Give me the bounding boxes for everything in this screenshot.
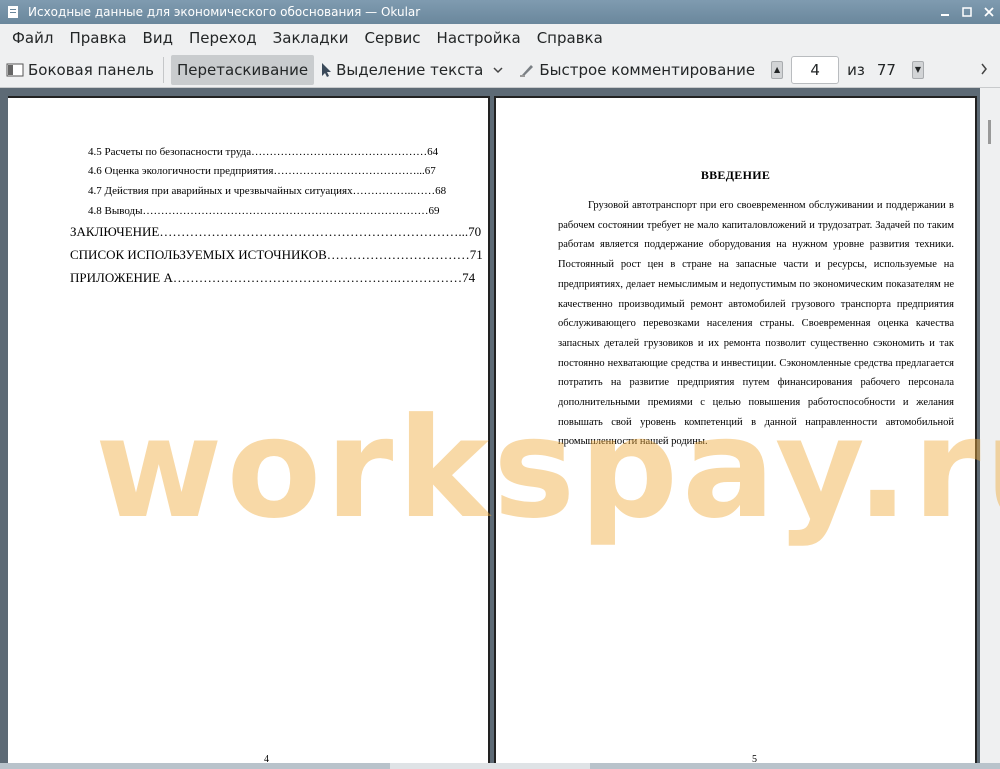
toc-entry: СПИСОК ИСПОЛЬЗУЕМЫХ ИСТОЧНИКОВ…………………………… bbox=[70, 247, 483, 262]
menu-tools[interactable]: Сервис bbox=[356, 29, 428, 47]
toc-entry: 4.7 Действия при аварийных и чрезвычайны… bbox=[88, 185, 447, 197]
annotate-pen-icon bbox=[519, 62, 535, 78]
toc-entry: ПРИЛОЖЕНИЕ А…………………………………………….……………74 bbox=[70, 270, 476, 285]
page-total-value: 77 bbox=[876, 60, 896, 79]
document-viewport[interactable]: 4.5 Расчеты по безопасности труда…………………… bbox=[0, 88, 1000, 769]
vertical-scrollbar[interactable] bbox=[980, 88, 1000, 769]
toc-entry: 4.5 Расчеты по безопасности труда…………………… bbox=[88, 146, 439, 158]
maximize-icon[interactable] bbox=[956, 3, 978, 21]
page-down-icon[interactable]: ▼ bbox=[911, 60, 924, 79]
main-toolbar: Боковая панель Перетаскивание Выделение … bbox=[0, 52, 1000, 88]
menu-file[interactable]: Файл bbox=[4, 29, 61, 47]
cursor-icon bbox=[320, 62, 332, 78]
menu-settings[interactable]: Настройка bbox=[429, 29, 529, 47]
scrollbar-thumb[interactable] bbox=[390, 763, 590, 769]
body-paragraph: Грузовой автотранспорт при его своевреме… bbox=[558, 200, 954, 448]
page-5: ВВЕДЕНИЕ Грузовой автотранспорт при его … bbox=[494, 96, 977, 769]
scrollbar-thumb[interactable] bbox=[988, 120, 991, 144]
toc-entry: 4.8 Выводы……………………………………………………………………69 bbox=[88, 205, 440, 217]
drag-mode-button[interactable]: Перетаскивание bbox=[171, 54, 315, 85]
menu-help[interactable]: Справка bbox=[529, 29, 611, 47]
page-of-label: из bbox=[847, 60, 865, 79]
text-select-label: Выделение текста bbox=[336, 60, 484, 79]
horizontal-scrollbar[interactable] bbox=[0, 763, 1000, 769]
title-bar: Исходные данные для экономического обосн… bbox=[0, 0, 1000, 24]
okular-app-icon bbox=[4, 3, 22, 21]
sidebar-label: Боковая панель bbox=[28, 60, 154, 79]
menu-bookmarks[interactable]: Закладки bbox=[265, 29, 357, 47]
window-title: Исходные данные для экономического обосн… bbox=[28, 5, 421, 19]
current-page-value: 4 bbox=[810, 60, 820, 79]
toc-entry: 4.6 Оценка экологичности предприятия…………… bbox=[88, 165, 436, 177]
quick-annotate-button[interactable]: Быстрое комментирование bbox=[513, 55, 761, 85]
menu-view[interactable]: Вид bbox=[135, 29, 181, 47]
drag-label: Перетаскивание bbox=[177, 60, 309, 79]
sidebar-icon bbox=[6, 62, 24, 78]
page-4: 4.5 Расчеты по безопасности труда…………………… bbox=[8, 96, 490, 769]
chevron-down-icon[interactable] bbox=[493, 66, 503, 74]
section-heading: ВВЕДЕНИЕ bbox=[700, 168, 771, 182]
menu-edit[interactable]: Правка bbox=[61, 29, 134, 47]
text-select-button[interactable]: Выделение текста bbox=[314, 55, 513, 85]
chevron-right-icon[interactable] bbox=[980, 61, 988, 79]
annotate-label: Быстрое комментирование bbox=[539, 60, 756, 79]
menu-go[interactable]: Переход bbox=[181, 29, 265, 47]
close-icon[interactable] bbox=[978, 3, 1000, 21]
page-up-icon[interactable]: ▲ bbox=[771, 60, 784, 79]
toc-entry: ЗАКЛЮЧЕНИЕ……………………………………………………………...70 bbox=[70, 224, 482, 239]
minimize-icon[interactable] bbox=[934, 3, 956, 21]
sidebar-button[interactable]: Боковая панель bbox=[0, 55, 160, 85]
page-number-input[interactable]: 4 bbox=[791, 55, 840, 84]
menu-bar: Файл Правка Вид Переход Закладки Сервис … bbox=[0, 24, 1000, 52]
toolbar-separator bbox=[163, 56, 164, 83]
